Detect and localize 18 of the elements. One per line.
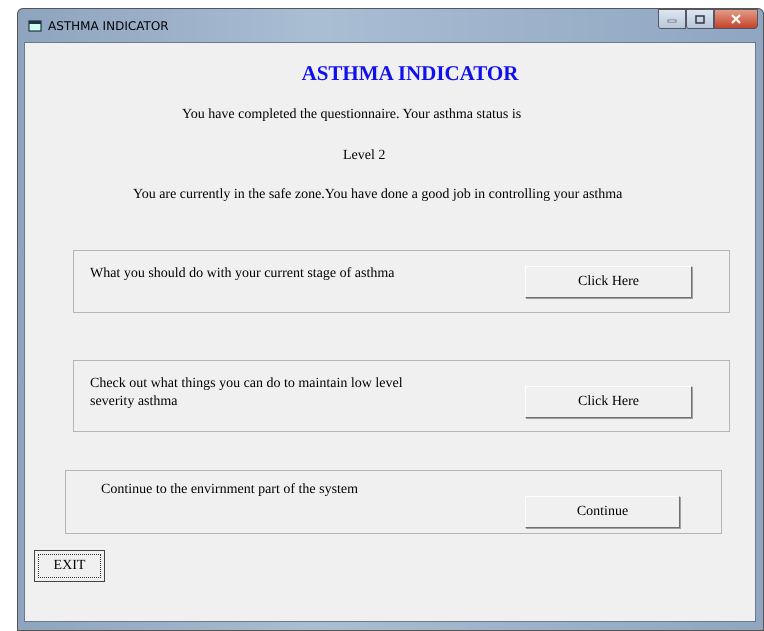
close-icon [730,14,742,24]
exit-button[interactable]: EXIT [34,550,105,582]
heading: ASTHMA INDICATOR [300,61,520,86]
click-here-button[interactable]: Click Here [525,386,692,418]
zone-message: You are currently in the safe zone.You have done a good job in controlling your asthma [133,187,624,203]
continue-button[interactable]: Continue [525,496,680,528]
panel-text: Continue to the envirnment part of the system [101,481,360,499]
maximize-button[interactable] [686,9,714,29]
minimize-button[interactable] [658,9,686,29]
close-button[interactable] [714,9,758,29]
window-title: ASTHMA INDICATOR [48,18,169,32]
maximize-icon [695,14,705,24]
level-text: Level 2 [343,148,386,164]
click-here-button[interactable]: Click Here [525,266,692,298]
app-icon [28,20,42,32]
status-message: You have completed the questionnaire. Your asthma status is [182,107,522,123]
panel-text: What you should do with your current stage of asthma [90,265,396,283]
panel-text: Check out what things you can do to maintain low level severity asthma [90,375,404,411]
